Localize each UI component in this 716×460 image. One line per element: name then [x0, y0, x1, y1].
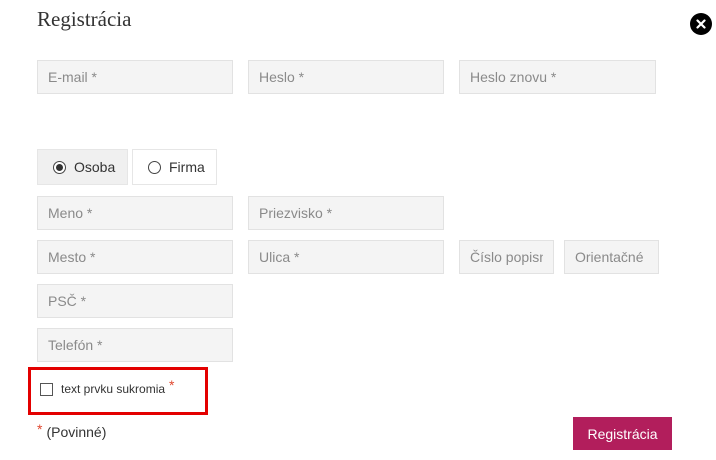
privacy-required-mark: *	[169, 377, 175, 393]
city-field[interactable]	[37, 240, 233, 274]
privacy-consent: text prvku sukromia *	[40, 377, 175, 397]
password-field[interactable]	[248, 60, 444, 94]
radio-label-osoba: Osoba	[74, 159, 116, 175]
zip-field[interactable]	[37, 284, 233, 318]
radio-option-firma[interactable]: Firma	[132, 149, 217, 185]
phone-field[interactable]	[37, 328, 233, 362]
email-field[interactable]	[37, 60, 233, 94]
privacy-label: text prvku sukromia	[61, 382, 166, 396]
register-button[interactable]: Registrácia	[573, 417, 672, 450]
street-field[interactable]	[248, 240, 444, 274]
last-name-field[interactable]	[248, 196, 444, 230]
required-mark: *	[37, 421, 43, 437]
radio-selected-icon	[53, 160, 66, 174]
radio-unselected-icon	[148, 160, 161, 174]
house-number-field[interactable]	[459, 240, 554, 274]
required-note-text: (Povinné)	[46, 424, 107, 440]
password-repeat-field[interactable]	[459, 60, 656, 94]
orientation-number-field[interactable]	[564, 240, 659, 274]
close-button[interactable]	[690, 13, 712, 35]
radio-option-osoba[interactable]: Osoba	[37, 149, 128, 185]
radio-label-firma: Firma	[169, 159, 205, 175]
close-icon	[696, 19, 706, 29]
required-note: * (Povinné)	[37, 421, 107, 440]
privacy-checkbox[interactable]	[40, 382, 53, 396]
modal-title: Registrácia	[37, 7, 132, 31]
first-name-field[interactable]	[37, 196, 233, 230]
